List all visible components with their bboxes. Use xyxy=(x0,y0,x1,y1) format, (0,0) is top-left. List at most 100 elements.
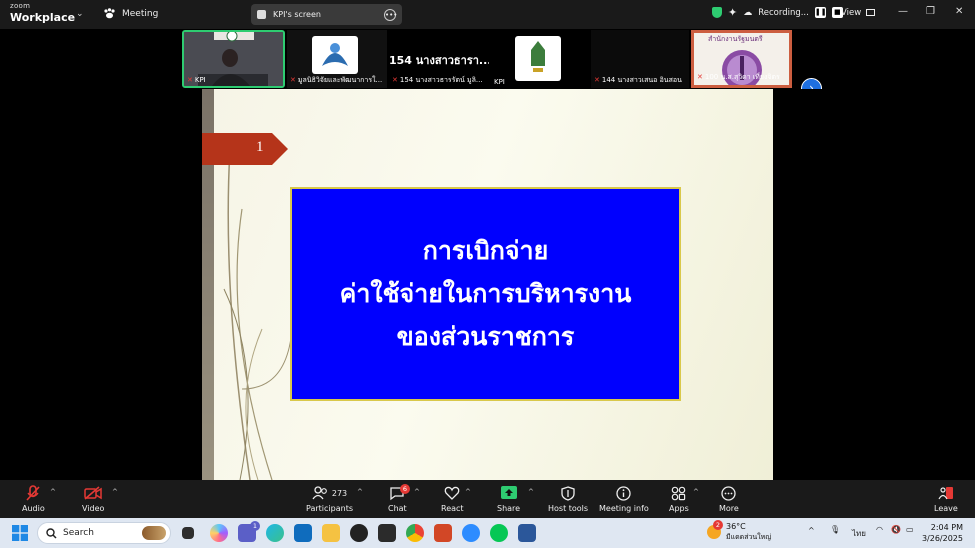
weather-badge: 2 xyxy=(713,520,723,530)
participant-tile[interactable]: 154 นางสาวธารา... ✕ 154 นางสาวธารรัตน์ มู… xyxy=(389,30,489,88)
apps-button[interactable]: Apps xyxy=(669,484,689,513)
minimize-button[interactable]: — xyxy=(898,6,908,17)
tray-chevron-icon[interactable]: ^ xyxy=(808,526,815,535)
participant-display-name: สำนักงานรัฐมนตรี xyxy=(708,35,763,43)
brand-small: zoom xyxy=(10,2,31,10)
host-tools-label: Host tools xyxy=(548,504,589,513)
slide-title-line: ค่าใช้จ่ายในการบริหารงาน xyxy=(339,279,632,309)
pause-recording-button[interactable]: ❚❚ xyxy=(814,7,827,18)
share-options-caret[interactable]: ^ xyxy=(528,488,534,496)
meeting-info-label: Meeting info xyxy=(599,504,649,513)
mic-muted-icon: ✕ xyxy=(392,76,398,84)
participant-display-name: 154 นางสาวธารา... xyxy=(389,54,489,67)
microphone-icon[interactable]: 🎙 xyxy=(830,525,840,534)
participant-tile[interactable]: ✕ 144 นางสาวเสนอ อินสอน xyxy=(591,30,689,88)
title-bar: zoom Workplace ⌄ Meeting KPI's screen ••… xyxy=(0,0,975,29)
audio-label: Audio xyxy=(22,504,45,513)
cloud-icon: ☁ xyxy=(743,7,753,18)
participant-logo xyxy=(515,36,561,81)
clock[interactable]: 2:04 PM 3/26/2025 xyxy=(922,522,963,544)
screen-share-pill[interactable]: KPI's screen ••• xyxy=(251,4,402,25)
windows-start-icon[interactable] xyxy=(12,525,28,541)
dell-icon[interactable] xyxy=(350,524,368,542)
participant-tile[interactable]: ✕ มูลนิธิวิจัยและพัฒนาการใ... xyxy=(287,30,387,88)
host-tools-button[interactable]: Host tools xyxy=(548,484,588,513)
slide-title-line: ของส่วนราชการ xyxy=(396,321,575,351)
zoom-icon[interactable] xyxy=(462,524,480,542)
shield-check-icon xyxy=(712,7,722,18)
participant-name: ✕ 100 น.ส.สุวิดา เที่ยงจิตร xyxy=(697,73,780,81)
clock-time: 2:04 PM xyxy=(930,523,963,532)
sparkle-icon[interactable]: ✦ xyxy=(728,6,737,19)
sticky-notes-icon[interactable] xyxy=(378,524,396,542)
grid-icon xyxy=(866,9,876,16)
meeting-label: Meeting xyxy=(122,8,159,19)
close-button[interactable]: ✕ xyxy=(955,6,963,17)
screen-label: KPI's screen xyxy=(273,10,321,19)
meeting-menu[interactable]: Meeting xyxy=(103,8,158,19)
copilot-icon[interactable] xyxy=(210,524,228,542)
participants-count: 273 xyxy=(331,488,348,498)
view-menu[interactable]: View xyxy=(841,8,876,18)
recording-label: Recording... xyxy=(758,7,809,18)
search-placeholder: Search xyxy=(63,528,94,538)
react-button[interactable]: React xyxy=(441,484,464,513)
recording-indicator: ✦ ☁ Recording... ❚❚ ■ xyxy=(712,6,843,19)
people-icon xyxy=(312,486,327,500)
file-explorer-icon[interactable] xyxy=(322,524,340,542)
more-button[interactable]: More xyxy=(719,484,739,513)
language-indicator[interactable]: ไทย xyxy=(852,527,866,540)
mic-muted-icon: ✕ xyxy=(697,73,703,81)
react-label: React xyxy=(441,504,464,513)
task-view-icon[interactable] xyxy=(182,527,194,539)
teams-badge: 1 xyxy=(250,521,260,531)
more-icon xyxy=(721,485,737,501)
participant-name: ✕ KPI xyxy=(187,76,206,84)
apps-options-caret[interactable]: ^ xyxy=(693,488,699,496)
chat-options-caret[interactable]: ^ xyxy=(414,488,420,496)
chat-label: Chat xyxy=(388,504,407,513)
participant-tile[interactable]: KPI xyxy=(491,30,589,88)
video-off-icon xyxy=(84,486,102,500)
windows-taskbar: Search 1 36°C มีแดดส่วนใหญ่ 2 ^ 🎙 ไทย ◠ … xyxy=(0,518,975,548)
bird-widget-icon xyxy=(142,526,166,540)
battery-icon[interactable]: ▭ xyxy=(906,525,914,534)
outlook-icon[interactable] xyxy=(294,524,312,542)
mic-muted-icon: ✕ xyxy=(594,76,600,84)
slide-title-line: การเบิกจ่าย xyxy=(422,236,549,266)
audio-options-caret[interactable]: ^ xyxy=(50,488,56,496)
share-button[interactable]: Share xyxy=(497,484,520,513)
shield-icon xyxy=(561,485,575,501)
audio-button[interactable]: Audio xyxy=(22,484,45,513)
taskbar-search[interactable]: Search xyxy=(37,522,171,544)
participants-options-caret[interactable]: ^ xyxy=(357,488,363,496)
chrome-icon[interactable] xyxy=(406,524,424,542)
meeting-info-button[interactable]: Meeting info xyxy=(599,484,649,513)
screen-share-icon xyxy=(257,10,266,19)
react-options-caret[interactable]: ^ xyxy=(465,488,471,496)
wifi-icon[interactable]: ◠ xyxy=(876,525,883,534)
participant-tile[interactable]: ✕ KPI xyxy=(182,30,285,88)
video-button[interactable]: Video xyxy=(82,484,104,513)
chevron-down-icon[interactable]: ⌄ xyxy=(76,9,84,19)
line-icon[interactable] xyxy=(490,524,508,542)
participant-logo xyxy=(312,36,358,74)
participant-tile[interactable]: สำนักงานรัฐมนตรี ✕ 100 น.ส.สุวิดา เที่ยงจ… xyxy=(691,30,792,88)
participants-label: Participants xyxy=(306,504,353,513)
heart-icon xyxy=(444,486,460,500)
share-screen-icon xyxy=(500,486,517,499)
leave-button[interactable]: Leave xyxy=(934,484,958,513)
edge-icon[interactable] xyxy=(266,524,284,542)
restore-button[interactable]: ❐ xyxy=(926,6,935,17)
brand-big: Workplace xyxy=(10,11,76,24)
mic-muted-icon xyxy=(26,484,40,501)
paw-icon xyxy=(104,8,115,19)
word-icon[interactable] xyxy=(518,524,536,542)
volume-muted-icon[interactable]: 🔇 xyxy=(891,525,901,534)
powerpoint-icon[interactable] xyxy=(434,524,452,542)
more-options-icon[interactable]: ••• xyxy=(384,8,397,21)
participants-button[interactable]: 273 Participants xyxy=(306,484,353,513)
participant-name: KPI xyxy=(494,78,505,86)
video-options-caret[interactable]: ^ xyxy=(112,488,118,496)
apps-icon xyxy=(672,486,686,500)
